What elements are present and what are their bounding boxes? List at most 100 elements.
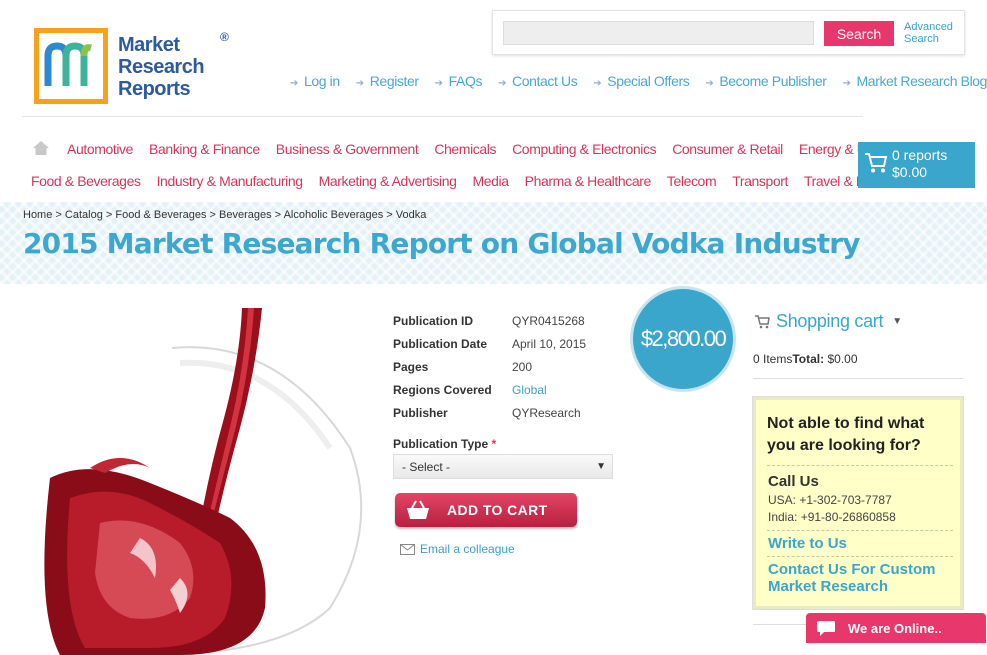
search-input[interactable]: [503, 21, 814, 45]
detail-value: QYR0415268: [512, 313, 585, 328]
category-automotive[interactable]: Automotive: [67, 141, 133, 157]
detail-value: QYResearch: [512, 405, 581, 420]
nav-register[interactable]: ➔ Register: [356, 73, 419, 89]
arrow-icon: ➔: [705, 78, 714, 89]
search-panel: Search Advanced Search: [492, 10, 965, 55]
cart-total: $0.00: [892, 164, 928, 180]
nav-contact-label: Contact Us: [512, 73, 578, 89]
category-marketing-advertising[interactable]: Marketing & Advertising: [319, 173, 457, 189]
search-button[interactable]: Search: [824, 21, 894, 46]
site-logo[interactable]: Market Research Reports ®: [34, 28, 229, 104]
arrow-icon: ➔: [434, 78, 443, 89]
nav-login-label: Log in: [303, 73, 340, 89]
help-box: Not able to find what you are looking fo…: [752, 396, 964, 610]
live-chat-button[interactable]: We are Online..: [806, 613, 986, 643]
product-image: [44, 308, 363, 655]
nav-blog[interactable]: ➔ Market Research Blog: [843, 73, 987, 89]
detail-value: April 10, 2015: [512, 336, 587, 351]
nav-special-offers[interactable]: ➔ Special Offers: [593, 73, 689, 89]
publication-details: Publication ID QYR0415268 Publication Da…: [393, 309, 586, 424]
cart-total-label: Total:: [792, 352, 825, 366]
breadcrumb-vodka: Vodka: [395, 209, 427, 221]
nav-become-publisher-label: Become Publisher: [719, 73, 827, 89]
detail-label: Publisher: [393, 405, 448, 420]
breadcrumb-food-beverages[interactable]: Food & Beverages: [115, 209, 206, 221]
nav-login[interactable]: ➔ Log in: [290, 73, 340, 89]
home-icon[interactable]: [32, 140, 50, 161]
detail-row-publisher: Publisher QYResearch: [393, 401, 586, 424]
breadcrumb-home[interactable]: Home: [23, 209, 52, 221]
region-link[interactable]: Global: [512, 383, 547, 397]
publication-type-selected: - Select -: [402, 460, 451, 474]
category-pharma-healthcare[interactable]: Pharma & Healthcare: [525, 173, 652, 189]
price-badge: $2,800.00: [633, 289, 733, 389]
help-question: Not able to find what you are looking fo…: [767, 415, 925, 454]
publication-type-label: Publication Type *: [393, 437, 496, 451]
category-media[interactable]: Media: [472, 173, 509, 189]
arrow-icon: ➔: [498, 78, 507, 89]
help-divider: [767, 465, 953, 466]
advanced-search-line2: Search: [904, 33, 939, 45]
email-colleague-link[interactable]: Email a colleague: [400, 542, 515, 556]
logo-wordmark: Market Research Reports: [118, 34, 205, 100]
category-food-beverages[interactable]: Food & Beverages: [31, 173, 141, 189]
call-us-heading: Call Us: [768, 473, 819, 490]
cart-icon: [755, 314, 770, 328]
publication-type-select[interactable]: - Select - ▼: [393, 454, 613, 479]
sidebar-divider: [753, 378, 963, 379]
phone-usa: USA: +1-302-703-7787: [768, 493, 892, 507]
nav-faqs-label: FAQs: [448, 73, 483, 89]
cart-report-count: 0 reports: [892, 147, 948, 163]
cart-icon: [864, 152, 888, 178]
email-colleague-label: Email a colleague: [420, 542, 515, 556]
logo-line-market: Market: [118, 34, 180, 56]
header-cart-button[interactable]: 0 reports $0.00: [858, 142, 975, 188]
category-business-government[interactable]: Business & Government: [276, 141, 419, 157]
detail-row-regions: Regions Covered Global: [393, 378, 586, 401]
shopping-cart-toggle[interactable]: Shopping cart ▼: [754, 311, 902, 332]
basket-icon: [407, 500, 429, 519]
header-divider: [22, 116, 863, 117]
shopping-cart-summary: 0 ItemsTotal: $0.00: [753, 352, 858, 366]
write-to-us-link[interactable]: Write to Us: [768, 535, 847, 552]
breadcrumb-beverages[interactable]: Beverages: [219, 209, 272, 221]
logo-mark: [34, 28, 108, 104]
phone-india: India: +91-80-26860858: [768, 510, 896, 524]
breadcrumb: Home > Catalog > Food & Beverages > Beve…: [23, 209, 427, 221]
dropdown-arrow-icon: ▼: [892, 316, 902, 327]
shopping-cart-title: Shopping cart: [776, 311, 884, 331]
custom-research-link[interactable]: Contact Us For Custom Market Research: [768, 561, 954, 595]
category-industry-manufacturing[interactable]: Industry & Manufacturing: [157, 173, 303, 189]
arrow-icon: ➔: [593, 78, 602, 89]
page-title: 2015 Market Research Report on Global Vo…: [23, 227, 861, 260]
envelope-icon: [400, 543, 415, 555]
logo-line-research: Research: [118, 56, 205, 78]
add-to-cart-button[interactable]: ADD TO CART: [395, 493, 577, 527]
arrow-icon: ➔: [355, 78, 364, 89]
arrow-icon: ➔: [842, 78, 851, 89]
nav-faqs[interactable]: ➔ FAQs: [434, 73, 483, 89]
detail-label: Regions Covered: [393, 382, 492, 397]
category-chemicals[interactable]: Chemicals: [434, 141, 496, 157]
breadcrumb-catalog[interactable]: Catalog: [65, 209, 103, 221]
registered-mark: ®: [220, 30, 229, 44]
category-banking-finance[interactable]: Banking & Finance: [149, 141, 260, 157]
category-row-1: Automotive Banking & Finance Business & …: [67, 141, 899, 157]
live-chat-label: We are Online..: [848, 620, 942, 636]
nav-contact[interactable]: ➔ Contact Us: [498, 73, 578, 89]
category-transport[interactable]: Transport: [732, 173, 788, 189]
nav-become-publisher[interactable]: ➔ Become Publisher: [705, 73, 827, 89]
breadcrumb-alcoholic-beverages[interactable]: Alcoholic Beverages: [284, 209, 384, 221]
category-consumer-retail[interactable]: Consumer & Retail: [672, 141, 783, 157]
detail-value: 200: [512, 359, 533, 374]
nav-register-label: Register: [369, 73, 419, 89]
detail-label: Pages: [393, 359, 429, 374]
category-telecom[interactable]: Telecom: [667, 173, 717, 189]
logo-line-reports: Reports: [118, 78, 191, 100]
nav-blog-label: Market Research Blog: [856, 73, 987, 89]
chat-bubble-icon: [817, 620, 835, 636]
advanced-search-link[interactable]: Advanced Search: [904, 21, 953, 45]
help-divider: [767, 556, 953, 557]
advanced-search-line1: Advanced: [904, 21, 953, 33]
category-computing-electronics[interactable]: Computing & Electronics: [512, 141, 656, 157]
